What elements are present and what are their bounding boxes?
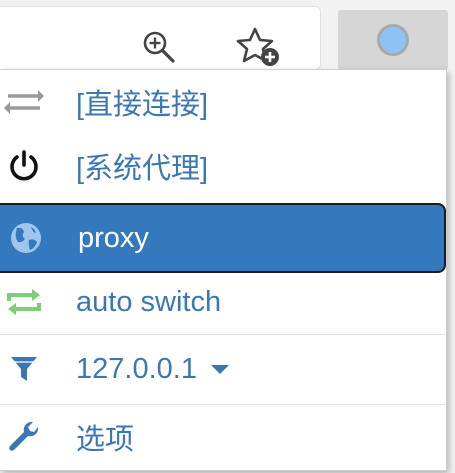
menu-item-label: 选项 [76,424,135,456]
menu-item-label: [直接连接] [76,89,209,121]
menu-item-profile-dropdown[interactable]: 127.0.0.1 [0,334,446,404]
star-add-icon[interactable] [232,25,286,69]
auto-switch-icon [0,282,48,322]
extension-button[interactable] [338,10,448,70]
browser-toolbar [0,0,455,74]
menu-item-auto-switch[interactable]: auto switch [0,270,446,334]
menu-item-label: [系统代理] [76,153,209,185]
menu-item-label: proxy [78,221,149,254]
direct-arrows-icon [0,82,48,122]
profile-value: 127.0.0.1 [76,352,197,385]
menu-item-options[interactable]: 选项 [0,404,446,470]
menu-item-system-proxy[interactable]: [系统代理] [0,134,446,198]
wrench-icon [0,417,48,457]
menu-item-label: auto switch [76,285,222,318]
switchyomega-icon [377,24,409,56]
power-icon [0,146,48,186]
menu-item-proxy[interactable]: proxy [0,203,446,273]
proxy-popup-menu: [直接连接] [系统代理] proxy auto switch 127.0.0.… [0,69,447,471]
filter-icon [0,349,48,389]
address-bar[interactable] [0,6,321,70]
globe-icon [2,218,50,258]
menu-item-direct[interactable]: [直接连接] [0,70,446,134]
zoom-in-icon[interactable] [138,27,180,67]
menu-item-label: 127.0.0.1 [76,353,229,386]
caret-down-icon [210,365,229,375]
